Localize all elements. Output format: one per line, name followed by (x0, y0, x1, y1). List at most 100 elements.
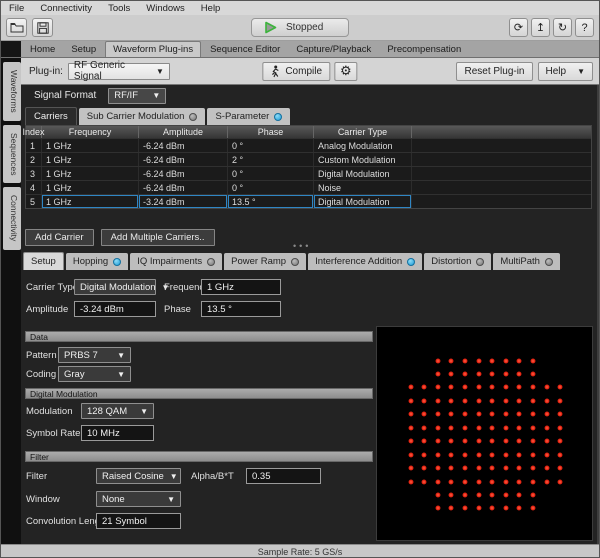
plugin-select[interactable]: RF Generic Signal ▼ (68, 63, 170, 80)
constellation-point (408, 425, 413, 430)
carrier-type-row: Carrier Type Digital Modulation ▼ Freque… (26, 279, 597, 295)
cell-frequency[interactable]: 1 GHz (42, 153, 139, 166)
constellation-point (476, 506, 481, 511)
cell-amplitude[interactable]: -3.24 dBm (139, 195, 228, 208)
cell-carrier_type[interactable]: Digital Modulation (314, 167, 412, 180)
side-tab-sequences[interactable]: Sequences (3, 125, 21, 184)
cell-index[interactable]: 3 (26, 167, 42, 180)
menu-tools[interactable]: Tools (108, 3, 130, 14)
constellation-point (449, 452, 454, 457)
help-about-icon[interactable]: ? (575, 18, 594, 37)
modulation-value: 128 QAM (87, 406, 127, 417)
tab-iq-impairments[interactable]: IQ Impairments (130, 253, 222, 270)
cell-amplitude[interactable]: -6.24 dBm (139, 167, 228, 180)
constellation-point (530, 412, 535, 417)
tab-sub-carrier-modulation[interactable]: Sub Carrier Modulation (79, 108, 206, 125)
cell-index[interactable]: 5 (26, 195, 42, 208)
tab-s-parameter[interactable]: S-Parameter (207, 108, 290, 125)
compile-button[interactable]: Compile (262, 62, 330, 81)
menu-windows[interactable]: Windows (146, 3, 185, 14)
tab-interference-addition[interactable]: Interference Addition (308, 253, 422, 270)
tab-precompensation[interactable]: Precompensation (380, 42, 468, 57)
cell-frequency[interactable]: 1 GHz (42, 181, 139, 194)
reset-plugin-button[interactable]: Reset Plug-in (456, 62, 532, 81)
data-section-header: Data (25, 331, 373, 342)
table-row[interactable]: 11 GHz-6.24 dBm0 °Analog Modulation (26, 138, 591, 152)
coding-label: Coding (26, 369, 58, 380)
cell-index[interactable]: 1 (26, 139, 42, 152)
tab-setup[interactable]: Setup (64, 42, 103, 57)
frequency-input[interactable]: 1 GHz (201, 279, 281, 295)
cell-carrier_type[interactable]: Analog Modulation (314, 139, 412, 152)
run-state-button[interactable]: Stopped (251, 18, 349, 37)
tab-sequence-editor[interactable]: Sequence Editor (203, 42, 287, 57)
tab-power-ramp[interactable]: Power Ramp (224, 253, 306, 270)
cell-frequency[interactable]: 1 GHz (42, 195, 139, 208)
table-row[interactable]: 51 GHz-3.24 dBm13.5 °Digital Modulation (26, 194, 591, 208)
pattern-label: Pattern (26, 350, 58, 361)
phase-input[interactable]: 13.5 ° (201, 301, 281, 317)
table-row[interactable]: 21 GHz-6.24 dBm2 °Custom Modulation (26, 152, 591, 166)
column-header-phase[interactable]: Phase (228, 126, 314, 138)
side-tab-connectivity[interactable]: Connectivity (3, 187, 21, 249)
tab-carriers[interactable]: Carriers (25, 107, 77, 125)
cell-frequency[interactable]: 1 GHz (42, 139, 139, 152)
cell-phase[interactable]: 13.5 ° (228, 195, 314, 208)
splitter-grip[interactable]: ••• (293, 241, 311, 251)
sync-clock-icon[interactable]: ⟳ (509, 18, 528, 37)
cell-index[interactable]: 4 (26, 181, 42, 194)
modulation-select[interactable]: 128 QAM ▼ (81, 403, 154, 419)
table-row[interactable]: 41 GHz-6.24 dBm0 °Noise (26, 180, 591, 194)
help-menu-button[interactable]: Help ▼ (538, 62, 594, 81)
add-carrier-button[interactable]: Add Carrier (25, 229, 94, 246)
alpha-input[interactable]: 0.35 (246, 468, 321, 484)
tab-distortion[interactable]: Distortion (424, 253, 491, 270)
menu-file[interactable]: File (9, 3, 24, 14)
signal-format-select[interactable]: RF/IF ▼ (108, 88, 166, 104)
cell-phase[interactable]: 0 ° (228, 167, 314, 180)
column-header-frequency[interactable]: Frequency (42, 126, 139, 138)
cell-amplitude[interactable]: -6.24 dBm (139, 181, 228, 194)
tab-setup[interactable]: Setup (23, 252, 64, 270)
cell-carrier_type[interactable]: Custom Modulation (314, 153, 412, 166)
tab-multipath[interactable]: MultiPath (493, 253, 560, 270)
carrier-type-select[interactable]: Digital Modulation ▼ (74, 279, 156, 295)
constellation-point (435, 425, 440, 430)
window-select[interactable]: None ▼ (96, 491, 181, 507)
menu-connectivity[interactable]: Connectivity (40, 3, 92, 14)
amplitude-input[interactable]: -3.24 dBm (74, 301, 156, 317)
tab-waveform-plug-ins[interactable]: Waveform Plug-ins (105, 41, 201, 57)
download-to-instrument-icon[interactable]: ↥ (531, 18, 550, 37)
compile-settings-button[interactable]: ⚙ (334, 62, 358, 81)
symbol-rate-input[interactable]: 10 MHz (81, 425, 154, 441)
convolution-length-input[interactable]: 21 Symbol (96, 513, 181, 529)
tab-home[interactable]: Home (23, 42, 62, 57)
coding-select[interactable]: Gray ▼ (58, 366, 131, 382)
column-header-amplitude[interactable]: Amplitude (139, 126, 228, 138)
cell-carrier_type[interactable]: Digital Modulation (314, 195, 412, 208)
side-tab-waveforms[interactable]: Waveforms (3, 62, 21, 121)
chevron-down-icon: ▼ (170, 472, 178, 481)
table-row[interactable]: 31 GHz-6.24 dBm0 °Digital Modulation (26, 166, 591, 180)
cell-amplitude[interactable]: -6.24 dBm (139, 153, 228, 166)
constellation-point (517, 506, 522, 511)
save-button[interactable] (32, 18, 53, 37)
pattern-select[interactable]: PRBS 7 ▼ (58, 347, 131, 363)
refresh-icon[interactable]: ↻ (553, 18, 572, 37)
menu-help[interactable]: Help (201, 3, 221, 14)
cell-index[interactable]: 2 (26, 153, 42, 166)
column-header-carrier-type[interactable]: Carrier Type (314, 126, 412, 138)
filter-select[interactable]: Raised Cosine ▼ (96, 468, 181, 484)
cell-amplitude[interactable]: -6.24 dBm (139, 139, 228, 152)
cell-carrier_type[interactable]: Noise (314, 181, 412, 194)
cell-phase[interactable]: 2 ° (228, 153, 314, 166)
cell-frequency[interactable]: 1 GHz (42, 167, 139, 180)
open-file-button[interactable] (6, 18, 27, 37)
column-header-index[interactable]: Index (26, 126, 42, 138)
constellation-point (449, 466, 454, 471)
tab-hopping[interactable]: Hopping (66, 253, 128, 270)
tab-capture-playback[interactable]: Capture/Playback (289, 42, 378, 57)
cell-phase[interactable]: 0 ° (228, 139, 314, 152)
add-multiple-carriers-button[interactable]: Add Multiple Carriers.. (101, 229, 215, 246)
cell-phase[interactable]: 0 ° (228, 181, 314, 194)
